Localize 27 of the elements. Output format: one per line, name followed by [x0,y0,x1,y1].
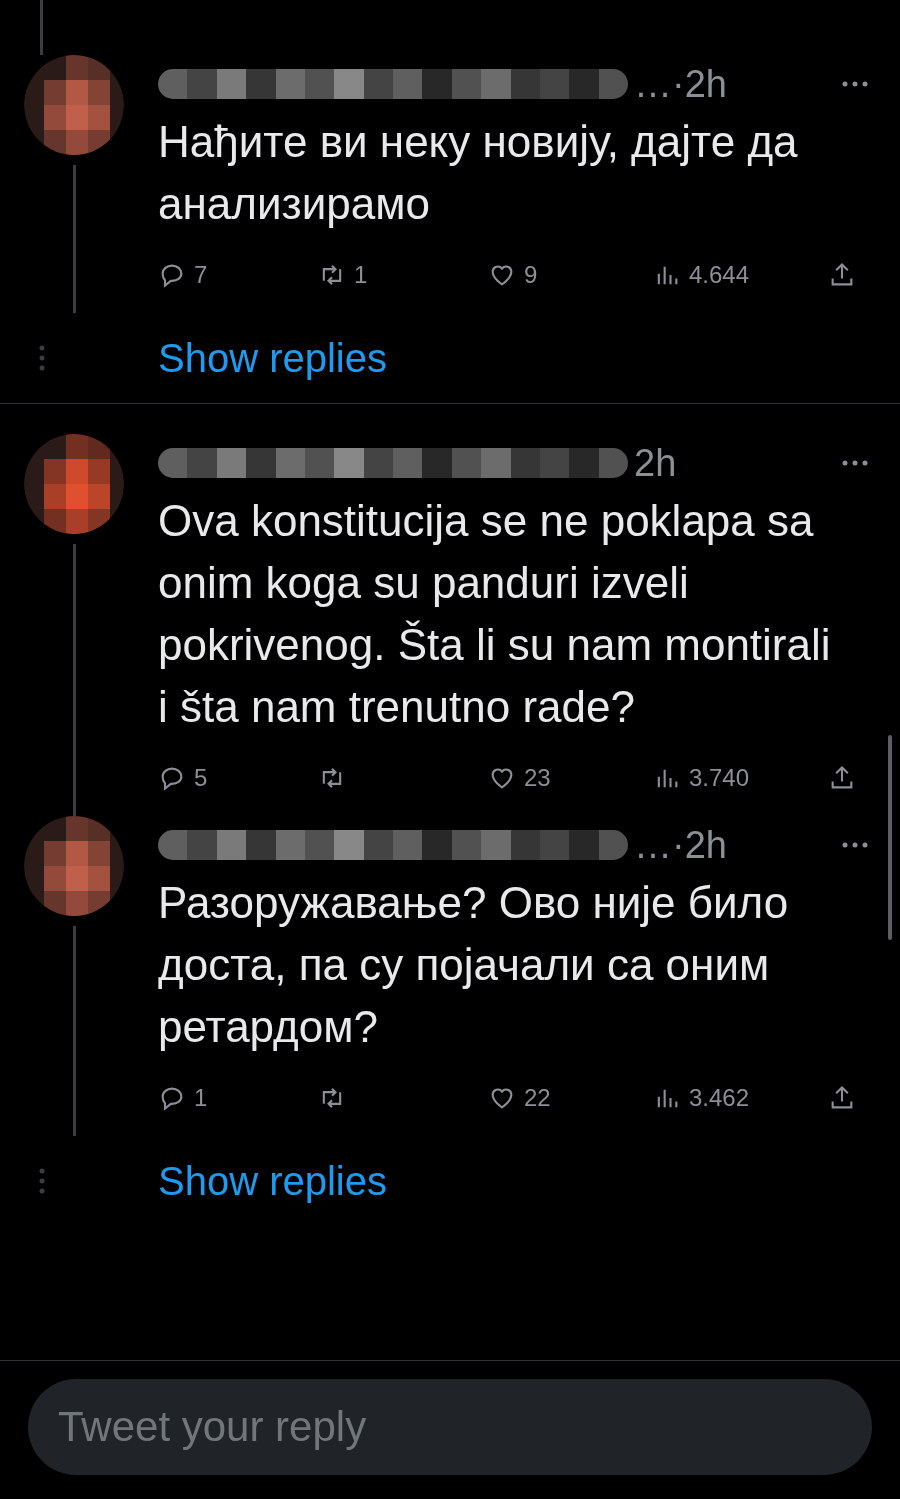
avatar[interactable] [24,816,124,916]
tweet-text: Нађите ви неку новију, дајте да анализирамо [158,116,799,230]
stat-count: 3.740 [689,763,750,793]
show-replies-link[interactable]: Show replies [158,328,387,388]
more-icon[interactable] [840,840,870,850]
stat-count: 3.462 [689,1083,750,1113]
timestamp: …·2h [634,826,727,864]
avatar[interactable] [24,434,124,534]
stat-count: 22 [524,1083,551,1113]
thread-dots-icon [38,1168,45,1194]
more-icon[interactable] [840,79,870,89]
stat-count: 1 [354,260,368,290]
avatar[interactable] [24,55,124,155]
stat-count: 4.644 [689,260,750,290]
tweet-text: Разоружавање? Ово није било доста, па су појачали са оним ретардом? [158,877,790,1053]
stat-count: 7 [194,260,208,290]
thread-dots-icon [38,345,45,371]
stat-count: 9 [524,260,538,290]
reply-field[interactable]: Tweet your reply [28,1379,872,1475]
show-replies-link[interactable]: Show replies [158,1151,387,1211]
stat-count: 5 [194,763,208,793]
timestamp: …·2h [634,65,727,103]
timestamp: 2h [634,444,677,482]
tweet-text: Ova konstitucija se ne poklapa sa onim koga su panduri izveli pokrivenog. Šta li su nam montirali i šta nam trenutno rade? [158,495,832,733]
stat-count: 23 [524,763,551,793]
more-icon[interactable] [840,458,870,468]
stat-count: 1 [194,1083,208,1113]
